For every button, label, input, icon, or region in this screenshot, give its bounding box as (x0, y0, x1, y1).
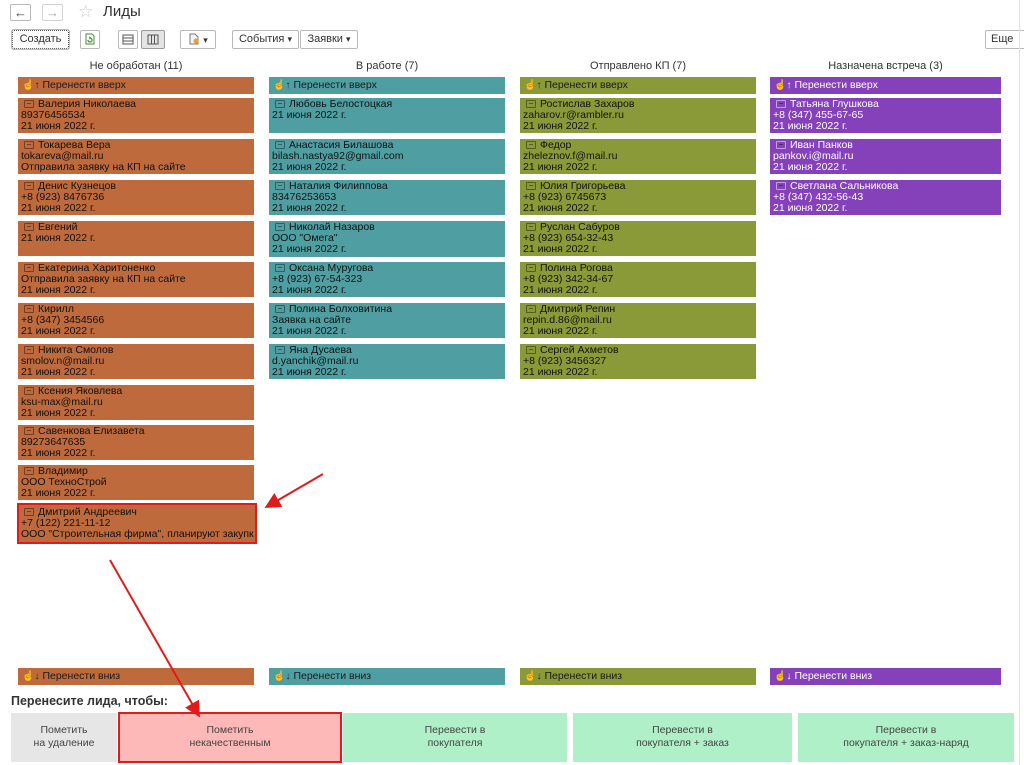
annotation-arrow-to-card (264, 473, 324, 509)
annotation-arrows (109, 473, 324, 718)
annotation-arrow-to-drop-zone (109, 559, 200, 718)
